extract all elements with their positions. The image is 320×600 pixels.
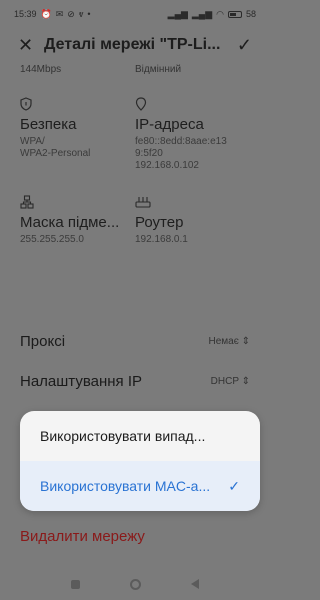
proxy-value: Немає ⇕ <box>208 336 251 347</box>
confirm-icon[interactable]: ✓ <box>234 35 252 56</box>
ip-settings-label: Налаштування IP <box>20 373 143 390</box>
home-icon[interactable] <box>130 578 141 590</box>
option-random-mac[interactable]: Використовувати випад... <box>20 411 260 461</box>
nav-bar <box>0 568 270 600</box>
battery-icon <box>227 10 242 18</box>
selected-check-icon: ✓ <box>228 477 240 494</box>
cell-signal-icon: ▂▄▆ <box>167 8 188 19</box>
link-speed: 144Mbps <box>20 64 62 75</box>
signal-small-icon: ⱴ <box>78 8 84 19</box>
router-value: 192.168.0.1 <box>135 234 188 245</box>
ip-value: fe80::8edd:8aae:e13 9:5f20 192.168.0.102 <box>135 136 227 171</box>
back-icon[interactable] <box>191 579 199 589</box>
mail-icon: ✉ <box>55 8 64 19</box>
mac-options-popup: Використовувати випад... Використовувати… <box>20 411 260 511</box>
alarm-icon: ⏰ <box>40 8 52 19</box>
mask-value: 255.255.255.0 <box>20 234 84 245</box>
ip-settings-row[interactable]: Налаштування IP DHCP ⇕ <box>20 373 250 390</box>
router-cell: Роутер 192.168.0.1 <box>135 194 250 246</box>
dnd-icon: ⊘ <box>67 8 75 19</box>
delete-network-button[interactable]: Видалити мережу <box>20 528 145 545</box>
battery-level: 58 <box>245 9 256 19</box>
router-icon <box>135 194 250 210</box>
option-random-mac-label: Використовувати випад... <box>40 428 206 444</box>
security-label: Безпека <box>20 116 77 133</box>
security-cell: Безпека WPA/ WPA2-Personal <box>20 96 135 172</box>
clock: 15:39 <box>14 9 37 19</box>
option-device-mac-label: Використовувати MAC-а... <box>40 478 211 494</box>
router-label: Роутер <box>135 214 184 231</box>
option-device-mac[interactable]: Використовувати MAC-а... ✓ <box>20 461 260 511</box>
dot-icon: • <box>87 8 91 19</box>
proxy-row[interactable]: Проксі Немає ⇕ <box>20 333 250 350</box>
ip-label: IP-адреса <box>135 116 204 133</box>
signal-quality: Відмінний <box>135 64 182 75</box>
status-bar: 15:39 ⏰ ✉ ⊘ ⱴ • ▂▄▆ ▂▄▆ ◠ 58 <box>0 0 270 28</box>
status-left: 15:39 ⏰ ✉ ⊘ ⱴ • <box>14 9 91 19</box>
recents-icon[interactable] <box>71 579 80 589</box>
info-row-2: Маска підме... 255.255.255.0 Роутер 192.… <box>20 194 250 246</box>
cell-signal-2-icon: ▂▄▆ <box>191 8 213 19</box>
close-icon[interactable]: ✕ <box>18 35 38 56</box>
wifi-icon: ◠ <box>216 8 224 19</box>
page-title: Деталі мережі "TP-Li... <box>44 36 221 53</box>
speed-row: 144Mbps Відмінний <box>20 64 250 75</box>
mask-label: Маска підме... <box>20 214 120 231</box>
network-icon <box>20 194 135 210</box>
info-grid: Безпека WPA/ WPA2-Personal IP-адреса fe8… <box>20 96 250 268</box>
info-row-1: Безпека WPA/ WPA2-Personal IP-адреса fe8… <box>20 96 250 172</box>
ip-settings-value: DHCP ⇕ <box>210 376 250 387</box>
security-value: WPA/ WPA2-Personal <box>20 136 91 159</box>
location-pin-icon <box>135 96 250 112</box>
proxy-label: Проксі <box>20 333 66 350</box>
status-right: ▂▄▆ ▂▄▆ ◠ 58 <box>168 9 256 19</box>
shield-icon <box>20 96 135 112</box>
mask-cell: Маска підме... 255.255.255.0 <box>20 194 135 246</box>
header: ✕ Деталі мережі "TP-Li... ✓ <box>0 30 270 60</box>
ip-cell: IP-адреса fe80::8edd:8aae:e13 9:5f20 192… <box>135 96 250 172</box>
